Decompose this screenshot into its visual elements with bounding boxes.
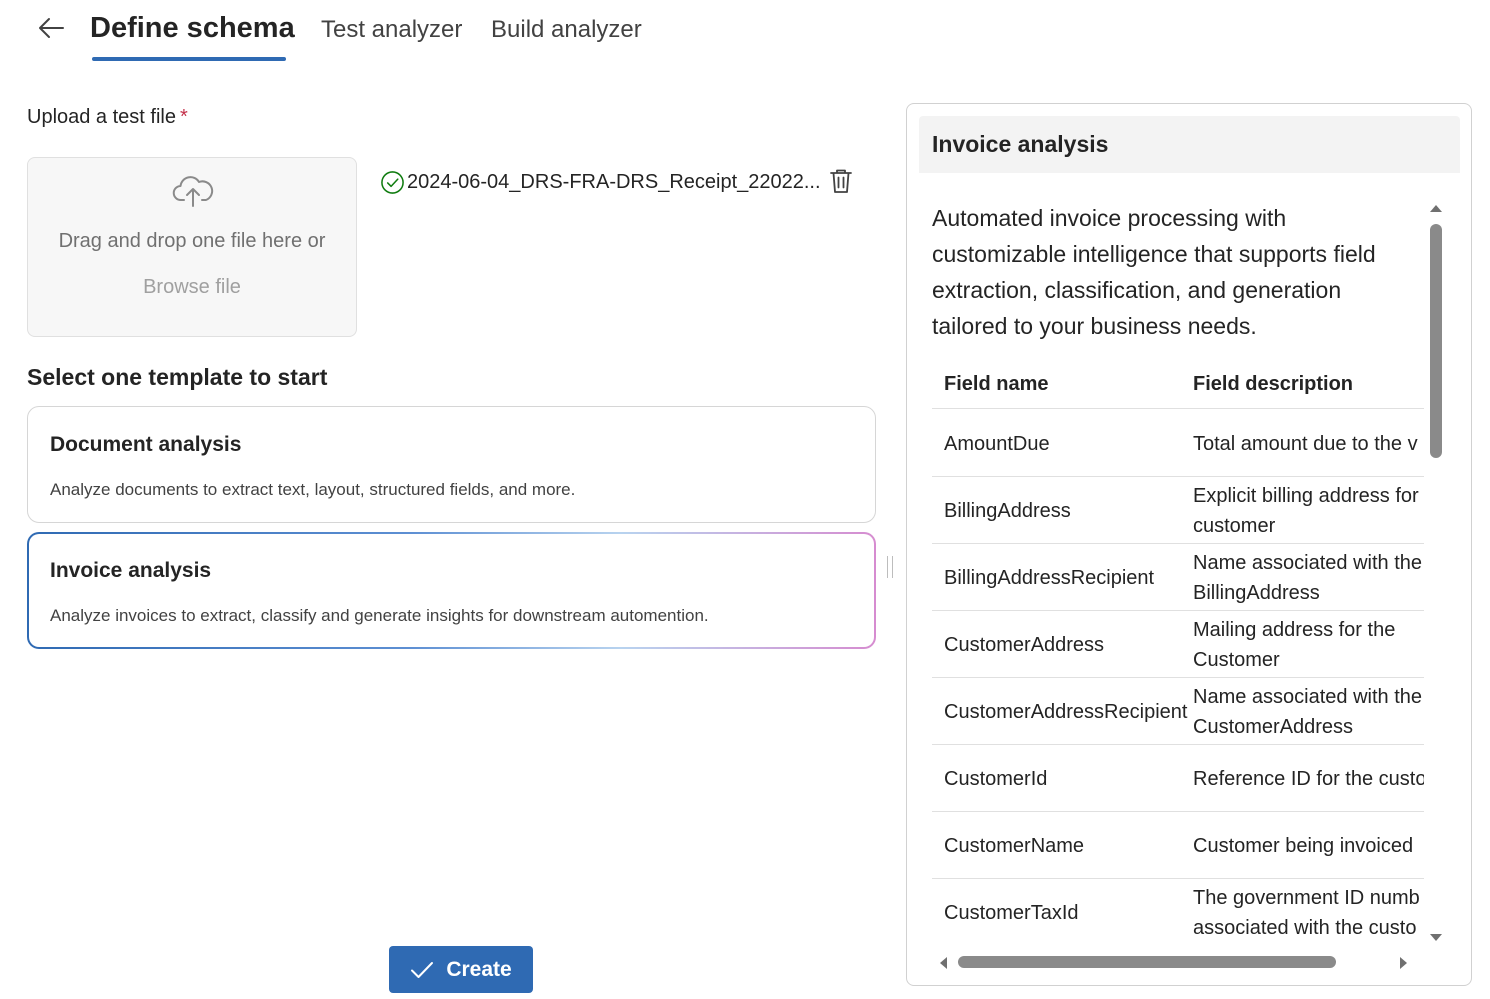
check-circle-icon: [381, 170, 404, 194]
field-description-cell: Reference ID for the custo: [1193, 768, 1424, 790]
field-description-cell: The government ID numb associated with t…: [1193, 887, 1420, 939]
create-button-label: Create: [446, 957, 512, 981]
panel-header: Invoice analysis: [919, 116, 1460, 173]
table-row: CustomerAddress Mailing address for the …: [932, 611, 1424, 678]
table-row: CustomerName Customer being invoiced: [932, 812, 1424, 879]
field-name-cell: CustomerName: [944, 835, 1085, 857]
back-arrow-icon: [39, 18, 64, 38]
column-header-field-description: Field description: [1193, 373, 1354, 395]
trash-icon: [830, 169, 852, 193]
delete-file-button[interactable]: [827, 167, 855, 195]
checkmark-icon: [411, 961, 434, 978]
template-card-invoice-analysis[interactable]: Invoice analysis Analyze invoices to ext…: [27, 532, 876, 649]
table-row: BillingAddress Explicit billing address …: [932, 477, 1424, 544]
field-name-cell: CustomerAddress: [944, 634, 1105, 656]
table-row: CustomerTaxId The government ID numb ass…: [932, 879, 1424, 944]
template-card-document-analysis[interactable]: Document analysis Analyze documents to e…: [27, 406, 876, 523]
template-preview-panel: Invoice analysis Automated invoice proce…: [906, 103, 1472, 986]
create-button[interactable]: Create: [389, 946, 533, 993]
upload-label-text: Upload a test file: [27, 106, 176, 128]
table-row: CustomerAddressRecipient Name associated…: [932, 678, 1424, 745]
table-row: BillingAddressRecipient Name associated …: [932, 544, 1424, 611]
column-header-field-name: Field name: [944, 373, 1049, 395]
drop-instructions: Drag and drop one file here or: [58, 230, 326, 252]
cloud-upload-icon: [172, 176, 214, 207]
scroll-left-arrow-icon[interactable]: [937, 955, 949, 971]
field-description-cell: Total amount due to the v: [1193, 433, 1418, 455]
field-name-cell: BillingAddress: [944, 500, 1071, 522]
table-row: CustomerId Reference ID for the custo: [932, 745, 1424, 812]
template-card-description: Analyze invoices to extract, classify an…: [50, 606, 709, 625]
fields-table: Field name Field description AmountDue T…: [932, 362, 1424, 944]
template-card-title: Document analysis: [50, 433, 242, 456]
field-description-cell: Customer being invoiced: [1193, 835, 1414, 857]
field-name-cell: CustomerTaxId: [944, 902, 1079, 924]
template-section-title: Select one template to start: [27, 364, 328, 390]
field-name-cell: AmountDue: [944, 433, 1050, 455]
panel-title: Invoice analysis: [932, 131, 1109, 157]
upload-label: Upload a test file *: [27, 106, 188, 129]
field-description-cell: Explicit billing address for customer: [1193, 485, 1419, 537]
uploaded-file-name: 2024-06-04_DRS-FRA-DRS_Receipt_22022...: [407, 170, 821, 193]
browse-file-link[interactable]: Browse file: [28, 276, 356, 299]
field-name-cell: CustomerId: [944, 768, 1048, 790]
horizontal-scrollbar-thumb[interactable]: [958, 956, 1336, 968]
field-description-cell: Name associated with the CustomerAddress: [1193, 686, 1423, 738]
page-header: Define schema Test analyzer Build analyz…: [0, 0, 1490, 70]
vertical-scrollbar-thumb[interactable]: [1430, 224, 1442, 458]
active-tab-indicator: [92, 57, 286, 61]
tab-define-schema[interactable]: Define schema: [90, 10, 295, 50]
field-name-cell: BillingAddressRecipient: [944, 567, 1155, 589]
required-mark: *: [179, 106, 188, 128]
panel-resize-handle[interactable]: [887, 556, 893, 578]
scroll-right-arrow-icon[interactable]: [1398, 955, 1410, 971]
template-card-description: Analyze documents to extract text, layou…: [50, 480, 576, 499]
uploaded-file: 2024-06-04_DRS-FRA-DRS_Receipt_22022...: [380, 168, 821, 196]
table-header-row: Field name Field description: [932, 362, 1424, 409]
back-button[interactable]: [34, 12, 68, 44]
field-name-cell: CustomerAddressRecipient: [944, 701, 1188, 723]
scroll-down-arrow-icon[interactable]: [1428, 932, 1444, 944]
tab-test-analyzer[interactable]: Test analyzer: [321, 12, 462, 52]
field-description-cell: Name associated with the BillingAddress: [1193, 552, 1423, 604]
template-card-title: Invoice analysis: [50, 559, 212, 582]
field-description-cell: Mailing address for the Customer: [1193, 619, 1396, 671]
tab-build-analyzer[interactable]: Build analyzer: [491, 12, 642, 52]
file-dropzone[interactable]: Drag and drop one file here or Browse fi…: [27, 157, 357, 337]
table-row: AmountDue Total amount due to the v: [932, 410, 1424, 477]
scroll-up-arrow-icon[interactable]: [1428, 202, 1444, 214]
panel-description: Automated invoice processing with custom…: [932, 205, 1376, 339]
